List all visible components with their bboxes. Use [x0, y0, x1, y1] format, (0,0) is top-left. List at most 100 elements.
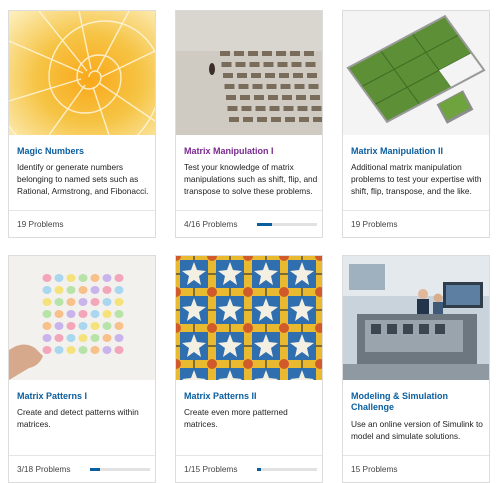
candy	[54, 274, 64, 282]
bench	[280, 84, 291, 89]
bench	[252, 84, 263, 89]
candy	[54, 334, 64, 342]
problem-group-card-matrix-patterns-2[interactable]: Matrix Patterns II Create even more patt…	[175, 255, 323, 483]
card-footer: 19 Problems	[9, 210, 155, 237]
candy	[42, 274, 52, 282]
bench	[283, 106, 294, 111]
card-footer: 4/16 Problems	[176, 210, 322, 237]
candy	[78, 286, 88, 294]
candy	[42, 310, 52, 318]
bench	[279, 73, 289, 78]
bench	[271, 117, 281, 122]
bench	[293, 73, 303, 78]
bench	[265, 73, 275, 78]
bench	[251, 73, 261, 78]
card-title[interactable]: Modeling & Simulation Challenge	[351, 391, 485, 413]
problem-group-card-matrix-manipulation-1[interactable]: Matrix Manipulation I Test your knowledg…	[175, 10, 323, 238]
mosaic-tiles-image[interactable]	[176, 256, 322, 380]
bench	[294, 84, 305, 89]
candy	[54, 310, 64, 318]
bench	[237, 73, 247, 78]
candy	[66, 334, 76, 342]
bench	[220, 51, 230, 56]
problem-group-card-modeling-simulation[interactable]: Modeling & Simulation Challenge Use an o…	[342, 255, 490, 483]
candy	[102, 346, 112, 354]
card-description: Additional matrix manipulation problems …	[351, 162, 482, 196]
bench	[223, 73, 233, 78]
bench	[310, 95, 320, 100]
card-title[interactable]: Matrix Manipulation I	[184, 146, 318, 157]
bench	[313, 117, 322, 122]
progress-bar	[257, 468, 317, 471]
candy	[66, 322, 76, 330]
bench-grid-image[interactable]	[176, 11, 322, 135]
card-title[interactable]: Matrix Manipulation II	[351, 146, 485, 157]
candy	[78, 274, 88, 282]
bench	[240, 95, 250, 100]
candy	[54, 286, 64, 294]
problem-group-card-matrix-patterns-1[interactable]: Matrix Patterns I Create and detect patt…	[8, 255, 156, 483]
problem-group-card-magic-numbers[interactable]: Magic Numbers Identify or generate numbe…	[8, 10, 156, 238]
candy	[90, 322, 100, 330]
person-figure	[209, 63, 215, 75]
candy	[102, 286, 112, 294]
bench	[227, 106, 238, 111]
candy	[42, 334, 52, 342]
card-footer: 1/15 Problems	[176, 455, 322, 482]
candy	[90, 274, 100, 282]
bench	[311, 106, 322, 111]
bench	[276, 51, 286, 56]
candy	[78, 346, 88, 354]
card-title[interactable]: Magic Numbers	[17, 146, 151, 157]
candy	[42, 346, 52, 354]
card-description: Create even more patterned matrices.	[184, 407, 288, 429]
candy	[114, 298, 124, 306]
engine-lab-image[interactable]	[343, 256, 489, 380]
candy	[90, 298, 100, 306]
candy-grid-image[interactable]	[9, 256, 155, 380]
bench	[299, 117, 309, 122]
candy	[42, 322, 52, 330]
progress-bar	[90, 468, 150, 471]
bench	[241, 106, 252, 111]
bench	[262, 51, 272, 56]
bench	[297, 106, 308, 111]
candy	[102, 322, 112, 330]
bench	[268, 95, 278, 100]
card-title[interactable]: Matrix Patterns II	[184, 391, 318, 402]
candy	[90, 334, 100, 342]
bench	[221, 62, 232, 67]
bench	[235, 62, 246, 67]
grass-tiles-image[interactable]	[343, 11, 489, 135]
bench	[263, 62, 274, 67]
candy	[90, 346, 100, 354]
problem-count: 19 Problems	[17, 219, 64, 229]
candy	[66, 286, 76, 294]
problem-group-card-matrix-manipulation-2[interactable]: Matrix Manipulation II Additional matrix…	[342, 10, 490, 238]
progress-bar	[257, 223, 317, 226]
bench	[282, 95, 292, 100]
candy	[78, 334, 88, 342]
candy	[114, 346, 124, 354]
card-description: Create and detect patterns within matric…	[17, 407, 139, 429]
card-title[interactable]: Matrix Patterns I	[17, 391, 151, 402]
bench	[243, 117, 253, 122]
candy	[90, 286, 100, 294]
candy	[78, 322, 88, 330]
bench	[226, 95, 236, 100]
bench	[266, 84, 277, 89]
candy	[66, 274, 76, 282]
nautilus-shell-image[interactable]	[9, 11, 155, 135]
bench	[229, 117, 239, 122]
candy	[114, 310, 124, 318]
candy	[102, 274, 112, 282]
bench	[269, 106, 280, 111]
progress-fill	[257, 468, 262, 471]
bench	[291, 62, 302, 67]
bench	[290, 51, 300, 56]
candy	[114, 322, 124, 330]
bench	[285, 117, 295, 122]
candy	[102, 298, 112, 306]
bench	[238, 84, 249, 89]
card-footer: 19 Problems	[343, 210, 489, 237]
